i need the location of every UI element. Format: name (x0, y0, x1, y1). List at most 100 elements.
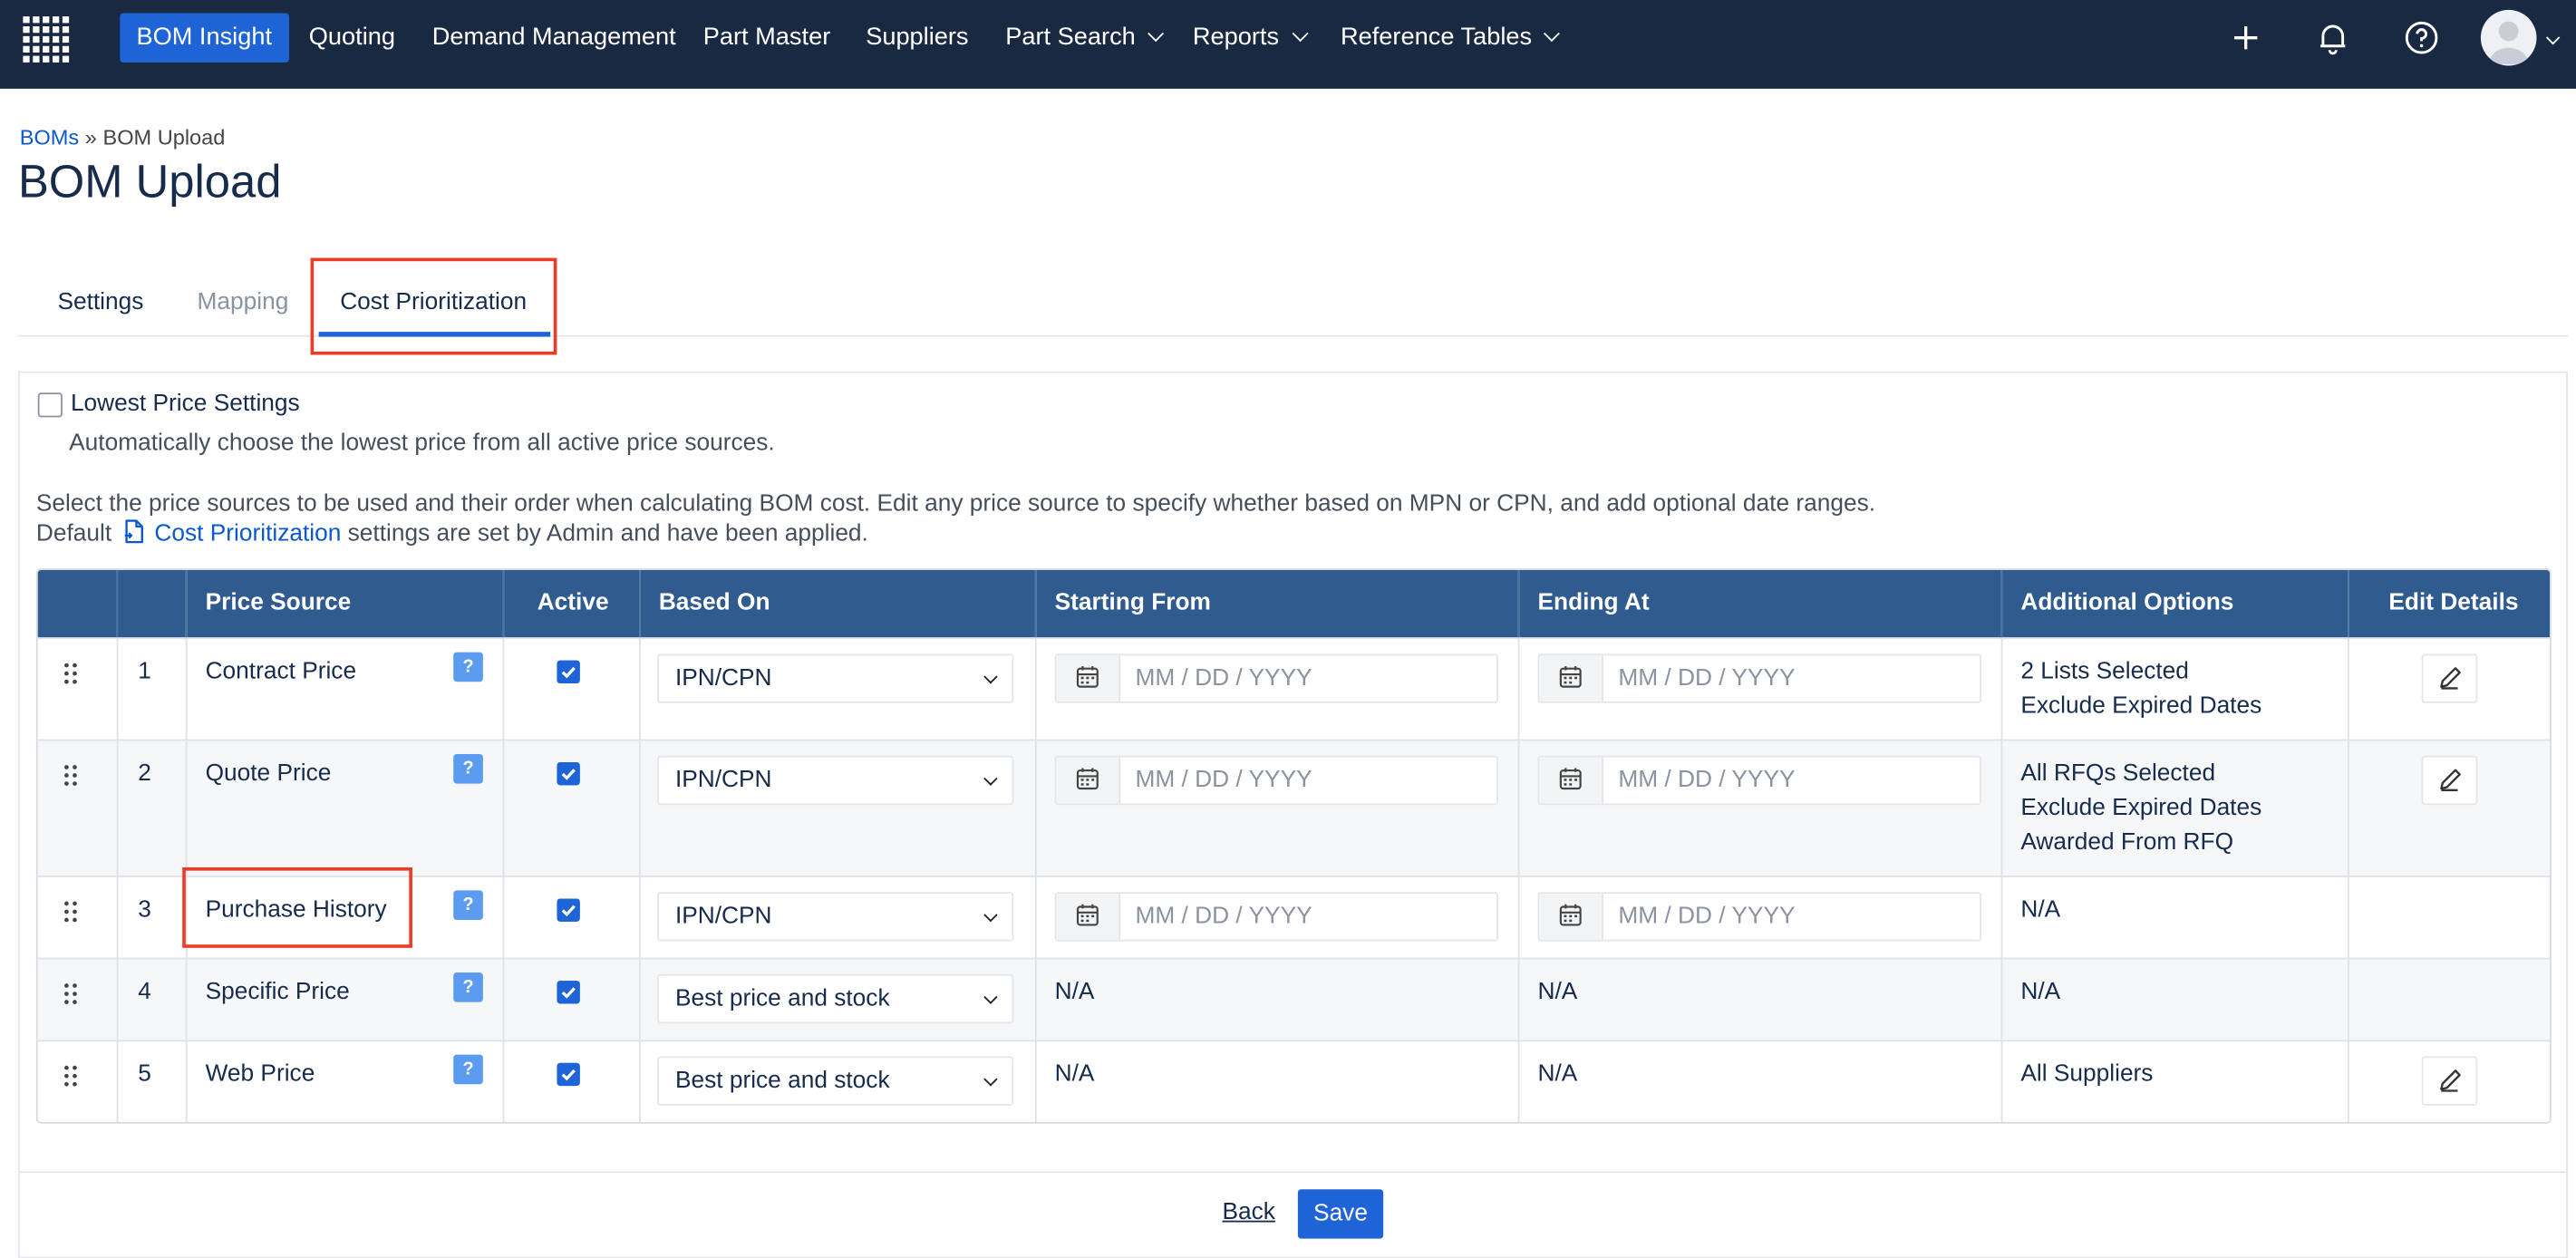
row-number: 5 (138, 1060, 151, 1088)
header-price-source: Price Source (205, 589, 352, 616)
nav-reference-tables[interactable]: Reference Tables (1341, 14, 1561, 63)
price-source-instructions: Select the price sources to be used and … (35, 490, 1876, 518)
active-checkbox[interactable] (557, 1062, 580, 1087)
breadcrumb-boms-link[interactable]: BOMs (20, 125, 79, 150)
drag-handle-icon[interactable] (63, 764, 79, 787)
table-row (37, 957, 2550, 1042)
calendar-icon[interactable] (1056, 894, 1119, 940)
row-number: 2 (138, 760, 151, 788)
save-button[interactable]: Save (1297, 1189, 1384, 1239)
calendar-icon[interactable] (1056, 655, 1119, 702)
end-date-input[interactable]: MM / DD / YYYY (1537, 755, 1981, 806)
cost-prioritization-link[interactable]: Cost Prioritization (154, 521, 341, 547)
end-date-input[interactable]: MM / DD / YYYY (1537, 653, 1981, 703)
based-on-select[interactable]: Best price and stock (657, 1056, 1014, 1106)
drag-handle-icon[interactable] (63, 1065, 79, 1088)
chevron-down-icon (1544, 25, 1561, 43)
lowest-price-checkbox[interactable] (37, 392, 63, 418)
based-on-select[interactable]: IPN/CPN (657, 653, 1014, 703)
price-source-name: Contract Price (205, 658, 357, 685)
additional-option: Exclude Expired Dates (2020, 795, 2262, 822)
default-settings-note: Default Cost Prioritization settings are… (35, 519, 868, 547)
header-edit-details: Edit Details (2388, 589, 2519, 616)
nav-part-search[interactable]: Part Search (1005, 14, 1165, 63)
additional-option: N/A (2020, 979, 2061, 1006)
starting-from-value: N/A (1054, 1060, 1095, 1088)
additional-option: All Suppliers (2020, 1060, 2154, 1088)
header-starting-from: Starting From (1054, 589, 1211, 616)
drag-handle-icon[interactable] (63, 982, 79, 1005)
based-on-select[interactable]: IPN/CPN (657, 755, 1014, 806)
row-number: 4 (138, 979, 151, 1006)
additional-option: N/A (2020, 896, 2061, 924)
date-placeholder: MM / DD / YYYY (1135, 665, 1312, 692)
back-button[interactable]: Back (1223, 1199, 1275, 1225)
date-placeholder: MM / DD / YYYY (1618, 903, 1796, 930)
active-checkbox[interactable] (557, 660, 580, 683)
header-additional-options: Additional Options (2020, 589, 2234, 616)
chevron-down-icon (1148, 25, 1165, 43)
bell-icon[interactable] (2315, 20, 2351, 56)
start-date-input[interactable]: MM / DD / YYYY (1054, 892, 1498, 942)
breadcrumb: BOMs » BOM Upload (19, 124, 226, 150)
help-icon[interactable]: ? (453, 890, 483, 920)
help-icon[interactable]: ? (453, 973, 483, 1002)
help-icon[interactable]: ? (453, 1054, 483, 1085)
help-icon[interactable]: ? (453, 753, 483, 784)
avatar[interactable] (2480, 9, 2537, 66)
based-on-select[interactable]: Best price and stock (657, 973, 1014, 1024)
document-link-icon[interactable] (123, 519, 145, 544)
ending-at-value: N/A (1537, 979, 1578, 1006)
additional-option: Exclude Expired Dates (2020, 692, 2262, 720)
additional-option: 2 Lists Selected (2020, 658, 2189, 685)
table-row (37, 1040, 2550, 1122)
calendar-icon[interactable] (1539, 758, 1602, 804)
end-date-input[interactable]: MM / DD / YYYY (1537, 892, 1981, 942)
calendar-icon[interactable] (1539, 894, 1602, 940)
top-nav: BOM Insight Quoting Demand Management Pa… (0, 0, 2576, 89)
row-number: 3 (138, 896, 151, 924)
table-header: Price Source Active Based On Starting Fr… (37, 569, 2550, 638)
additional-option: Awarded From RFQ (2020, 829, 2234, 856)
help-icon[interactable]: ? (453, 652, 483, 682)
nav-demand-management[interactable]: Demand Management (432, 14, 676, 63)
user-silhouette-icon (2488, 21, 2529, 64)
page-title: BOM Upload (17, 156, 282, 208)
edit-details-button[interactable] (2421, 653, 2478, 703)
header-based-on: Based On (658, 589, 770, 616)
nav-reports[interactable]: Reports (1193, 14, 1308, 63)
lowest-price-label[interactable]: Lowest Price Settings (71, 391, 300, 417)
drag-handle-icon[interactable] (63, 662, 79, 684)
active-checkbox[interactable] (557, 898, 580, 922)
ending-at-value: N/A (1537, 1060, 1578, 1088)
footer-divider (17, 1171, 2568, 1174)
tab-mapping[interactable]: Mapping (198, 289, 289, 315)
active-checkbox[interactable] (557, 981, 580, 1004)
apps-grid-icon[interactable] (20, 14, 73, 66)
nav-part-master[interactable]: Part Master (703, 14, 831, 63)
row-number: 1 (138, 658, 151, 685)
lowest-price-description: Automatically choose the lowest price fr… (69, 430, 775, 457)
row-highlight-annotation (182, 867, 412, 948)
tab-settings[interactable]: Settings (57, 289, 143, 315)
breadcrumb-current: BOM Upload (102, 124, 226, 150)
calendar-icon[interactable] (1539, 655, 1602, 702)
nav-bom-insight[interactable]: BOM Insight (120, 13, 289, 63)
nav-suppliers[interactable]: Suppliers (866, 14, 968, 63)
start-date-input[interactable]: MM / DD / YYYY (1054, 755, 1498, 806)
nav-quoting[interactable]: Quoting (309, 14, 395, 63)
header-ending-at: Ending At (1537, 589, 1650, 616)
active-checkbox[interactable] (557, 762, 580, 786)
edit-details-button[interactable] (2421, 1056, 2478, 1106)
pencil-icon (2440, 667, 2461, 690)
drag-handle-icon[interactable] (63, 900, 79, 923)
price-source-name: Quote Price (205, 760, 332, 788)
help-circle-icon[interactable] (2404, 20, 2440, 56)
calendar-icon[interactable] (1056, 758, 1119, 804)
plus-icon[interactable] (2228, 20, 2264, 56)
based-on-select[interactable]: IPN/CPN (657, 892, 1014, 942)
avatar-chevron-icon[interactable] (2545, 30, 2561, 45)
start-date-input[interactable]: MM / DD / YYYY (1054, 653, 1498, 703)
edit-details-button[interactable] (2421, 755, 2478, 806)
date-placeholder: MM / DD / YYYY (1618, 767, 1796, 794)
